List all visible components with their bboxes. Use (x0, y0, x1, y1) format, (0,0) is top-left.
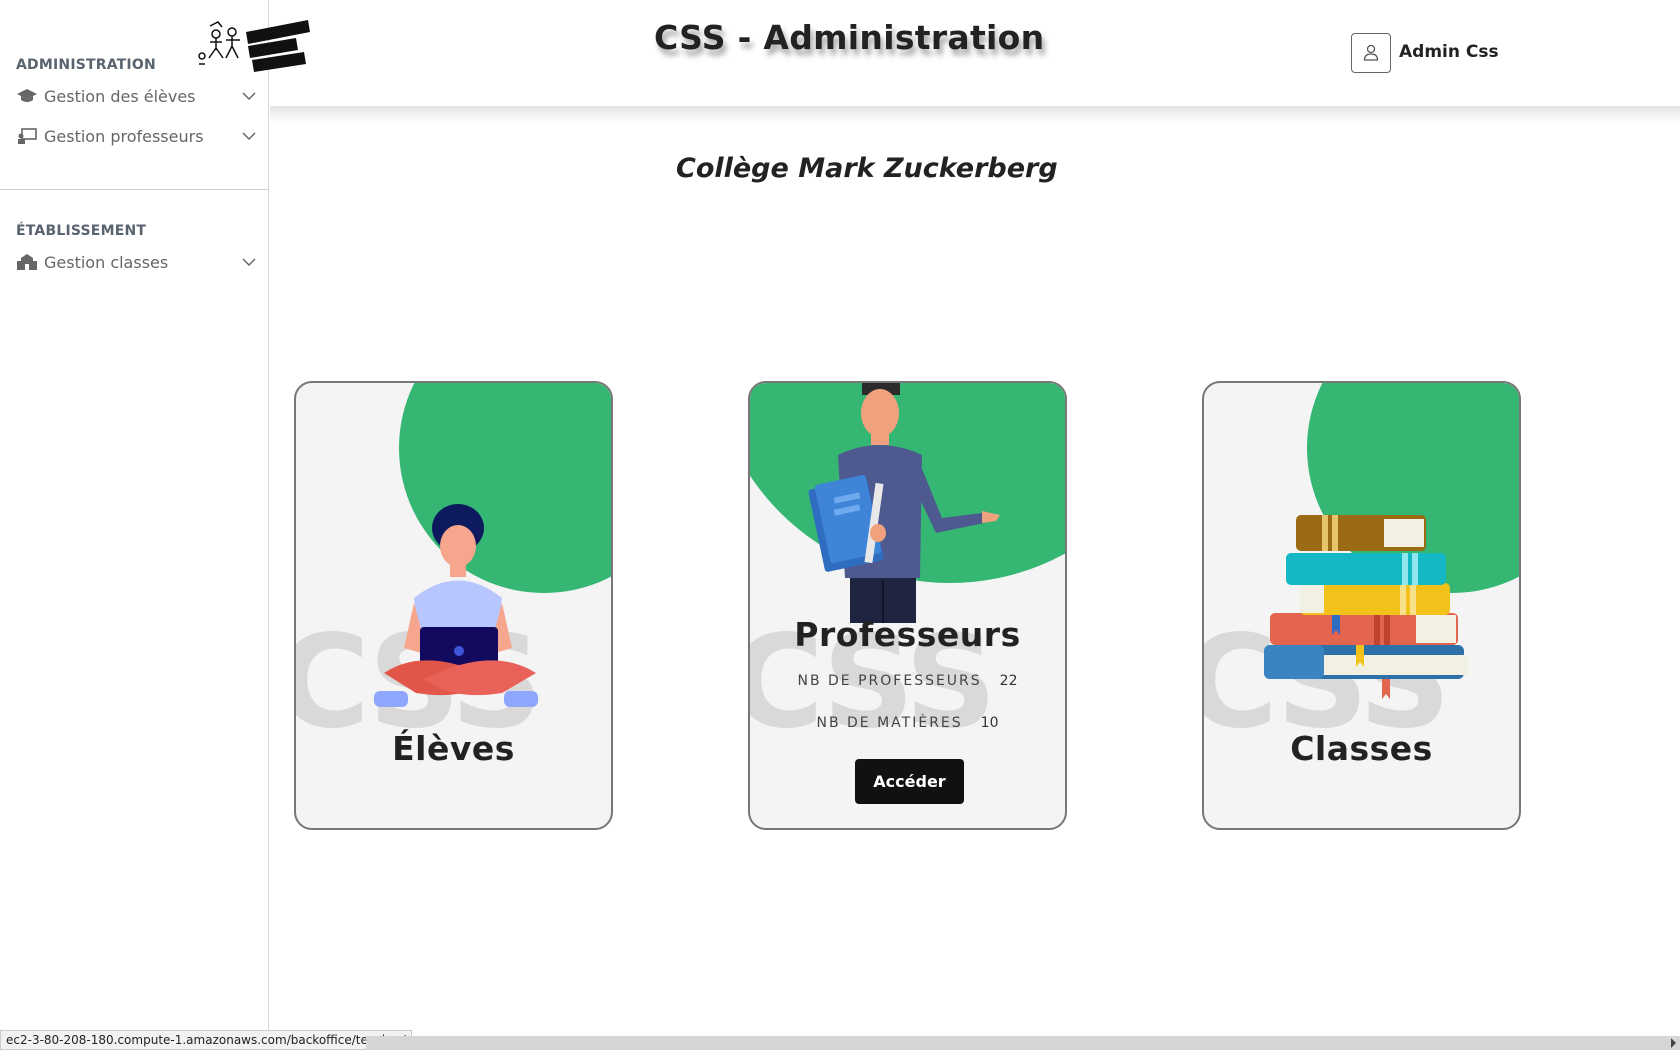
school-name: Collège Mark Zuckerberg (676, 153, 1058, 184)
sidebar-item-label: Gestion des élèves (44, 86, 196, 106)
card-title: Professeurs (794, 615, 1021, 654)
stat-label: NB DE MATIÈRES (816, 715, 963, 731)
stat-nb-matieres: NB DE MATIÈRES 10 (750, 715, 1065, 731)
school-building-icon (16, 253, 38, 271)
sidebar-item-classes[interactable]: Gestion classes (16, 247, 256, 277)
card-classes[interactable]: CSS Classes (1202, 381, 1521, 830)
horizontal-scrollbar[interactable] (366, 1036, 1680, 1050)
sidebar-item-label: Gestion classes (44, 252, 169, 272)
acceder-button[interactable]: Accéder (855, 759, 964, 804)
student-laptop-illustration (374, 504, 538, 707)
page-title: CSS - Administration (654, 18, 1045, 57)
scroll-right-arrow-icon[interactable] (1671, 1038, 1676, 1048)
section-title-etablissement: ÉTABLISSEMENT (16, 223, 147, 239)
books-stack-illustration (1264, 515, 1468, 699)
user-name[interactable]: Admin Css (1399, 42, 1499, 62)
sidebar-item-eleves[interactable]: Gestion des élèves (16, 81, 256, 111)
sidebar-item-label: Gestion professeurs (44, 126, 204, 146)
sidebar: ADMINISTRATION Gestion des élèves Gestio… (0, 0, 310, 1050)
card-title: Élèves (392, 729, 515, 768)
teacher-board-icon (16, 127, 38, 145)
stat-value: 10 (980, 715, 999, 731)
user-account-button[interactable] (1351, 33, 1391, 73)
status-bar-url: ec2-3-80-208-180.compute-1.amazonaws.com… (0, 1030, 412, 1050)
sidebar-item-professeurs[interactable]: Gestion professeurs (16, 121, 256, 151)
section-title-administration: ADMINISTRATION (16, 57, 156, 73)
stat-nb-professeurs: NB DE PROFESSEURS 22 (750, 673, 1065, 689)
card-professeurs[interactable]: CSS Professeurs NB DE PROFESSEURS 22 NB D… (748, 381, 1067, 830)
chevron-down-icon[interactable] (242, 255, 256, 269)
card-eleves[interactable]: CSS Élèves (294, 381, 613, 830)
stat-value: 22 (999, 673, 1018, 689)
chevron-down-icon[interactable] (242, 129, 256, 143)
connected-school-services-logo[interactable] (196, 18, 312, 76)
graduation-cap-icon (16, 87, 38, 105)
user-icon (1363, 44, 1379, 61)
header-divider (270, 106, 1680, 124)
stat-label: NB DE PROFESSEURS (797, 673, 982, 689)
chevron-down-icon[interactable] (242, 89, 256, 103)
sidebar-divider (0, 189, 268, 190)
teacher-illustration (808, 383, 1000, 623)
card-title: Classes (1290, 729, 1433, 768)
